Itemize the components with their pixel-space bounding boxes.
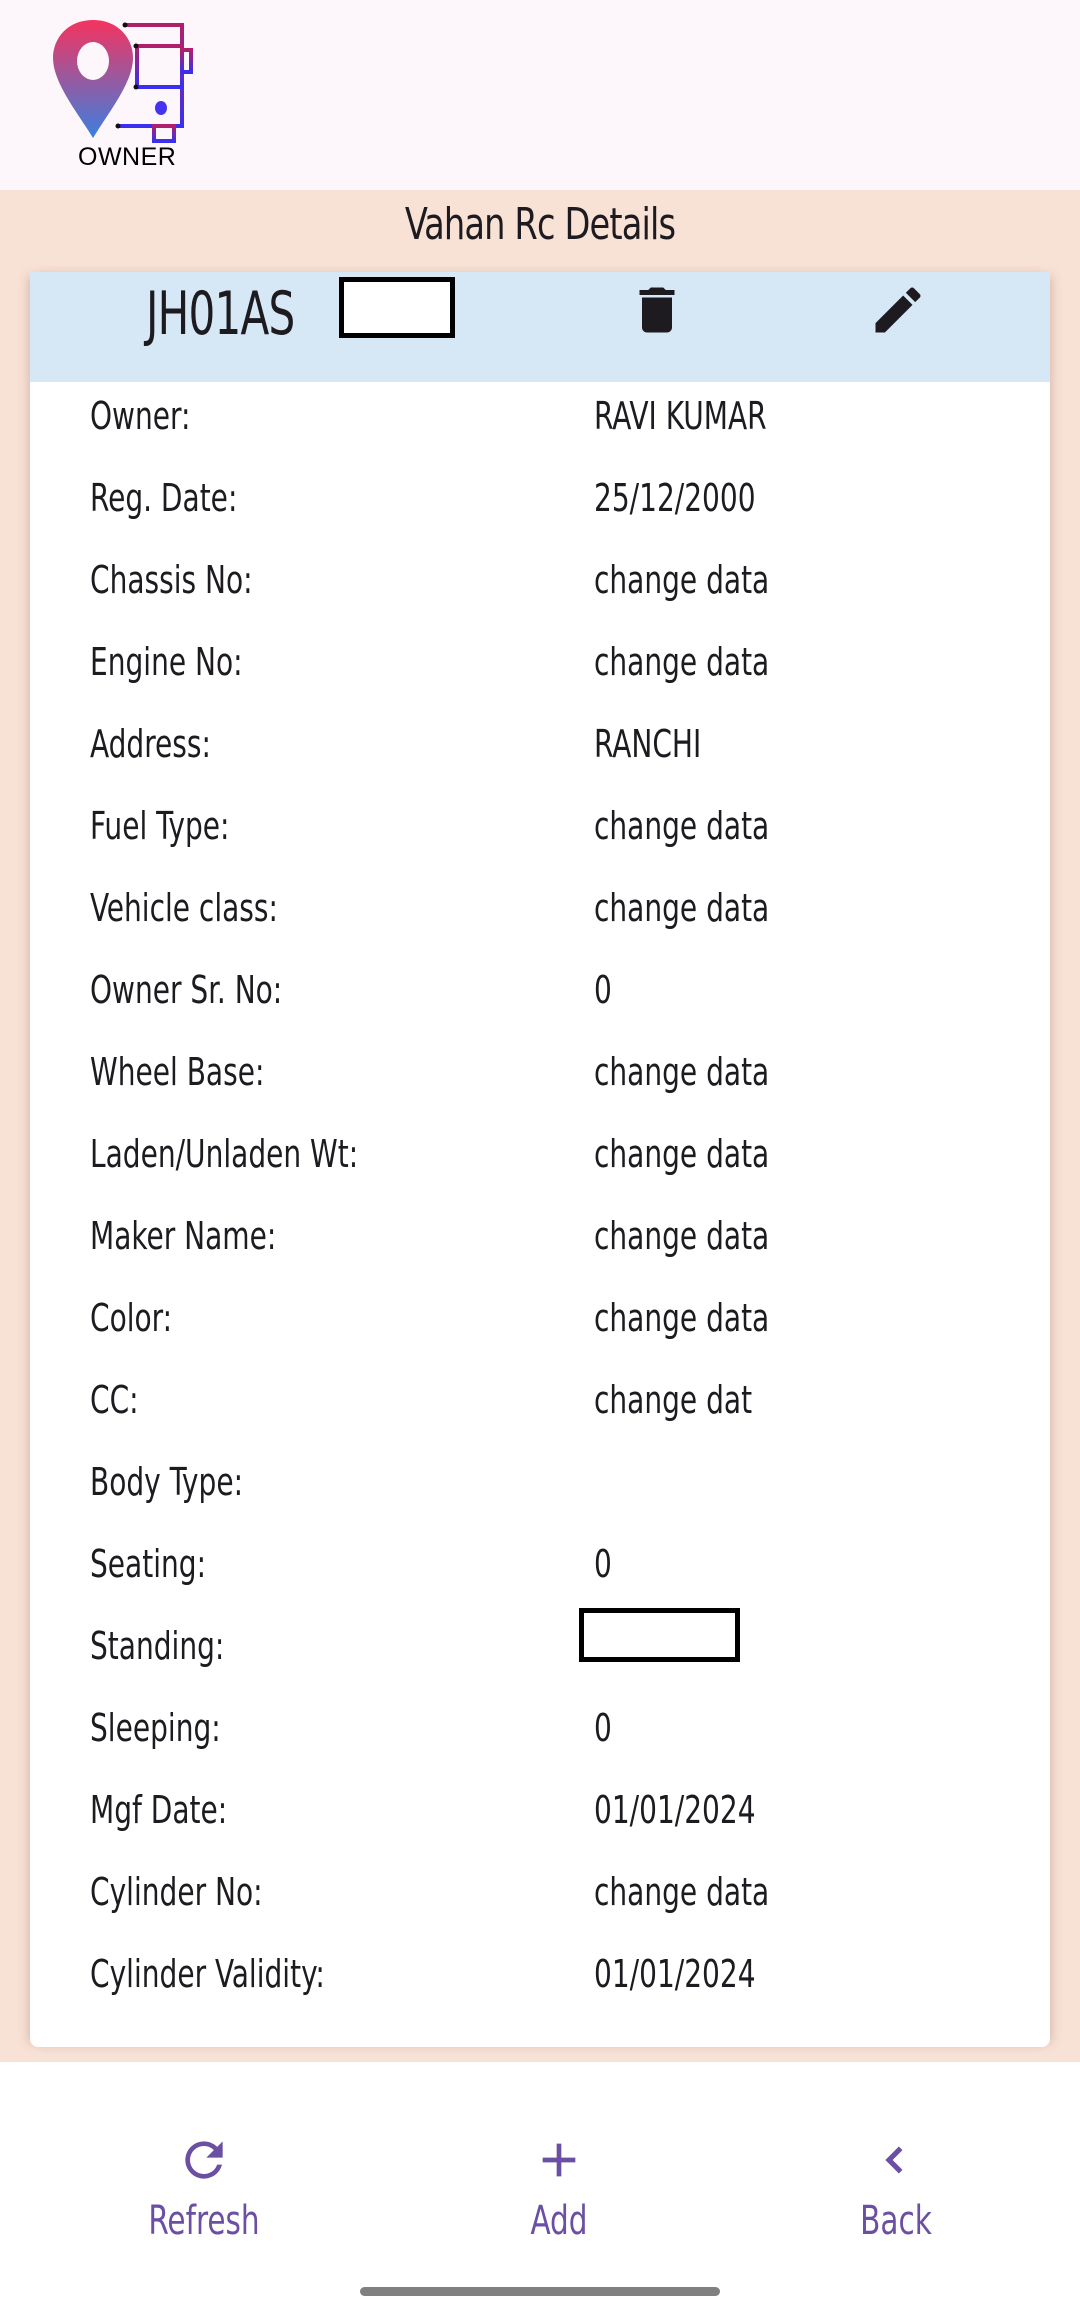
- details-list: Owner: RAVI KUMAR Reg. Date: 25/12/2000 Ch…: [30, 382, 1050, 2022]
- detail-row-body-type: Body Type:: [30, 1448, 1050, 1530]
- detail-value: change data: [594, 804, 770, 848]
- detail-value: 0: [594, 968, 612, 1012]
- detail-row-address: Address: RANCHI: [30, 710, 1050, 792]
- detail-value: change data: [594, 640, 770, 684]
- chevron-left-icon: [885, 2146, 903, 2174]
- refresh-button[interactable]: Refresh: [104, 2132, 304, 2244]
- detail-row-owner-sr-no: Owner Sr. No: 0: [30, 956, 1050, 1038]
- detail-value: 01/01/2024: [594, 1952, 756, 1996]
- detail-value: change data: [594, 1870, 770, 1914]
- detail-label: Laden/Unladen Wt:: [90, 1132, 359, 1176]
- back-button[interactable]: Back: [796, 2132, 996, 2244]
- detail-label: Cylinder Validity:: [90, 1952, 325, 1996]
- detail-label: Body Type:: [90, 1460, 244, 1504]
- detail-label: Vehicle class:: [90, 886, 278, 930]
- detail-value: change data: [594, 1296, 770, 1340]
- delete-button[interactable]: [627, 280, 687, 340]
- detail-value: 0: [594, 1542, 612, 1586]
- back-label: Back: [860, 2198, 932, 2244]
- detail-row-cylinder-validity: Cylinder Validity: 01/01/2024: [30, 1940, 1050, 2022]
- pencil-icon: [875, 287, 921, 333]
- detail-label: Chassis No:: [90, 558, 253, 602]
- detail-label: Engine No:: [90, 640, 243, 684]
- detail-row-vehicle-class: Vehicle class: change data: [30, 874, 1050, 956]
- detail-label: Fuel Type:: [90, 804, 230, 848]
- detail-value-redacted: [579, 1608, 740, 1662]
- detail-label: Reg. Date:: [90, 476, 238, 520]
- plus-icon: [542, 2143, 576, 2177]
- detail-row-engine-no: Engine No: change data: [30, 628, 1050, 710]
- detail-value: change data: [594, 1214, 770, 1258]
- detail-value: 01/01/2024: [594, 1788, 756, 1832]
- detail-value: RAVI KUMAR: [594, 394, 767, 438]
- detail-label: Wheel Base:: [90, 1050, 265, 1094]
- detail-label: Seating:: [90, 1542, 207, 1586]
- detail-row-standing: Standing:: [30, 1608, 1050, 1694]
- detail-label: Cylinder No:: [90, 1870, 263, 1914]
- detail-row-fuel-type: Fuel Type: change data: [30, 792, 1050, 874]
- detail-value: change data: [594, 1132, 770, 1176]
- page-title: Vahan Rc Details: [404, 199, 676, 250]
- detail-label: Owner:: [90, 394, 191, 438]
- detail-row-cylinder-no: Cylinder No: change data: [30, 1858, 1050, 1940]
- rc-details-card: JH01AS Owner: RAVI KUMAR Reg. Date: 25/12/…: [30, 272, 1050, 2047]
- detail-row-owner: Owner: RAVI KUMAR: [30, 382, 1050, 464]
- detail-label: Address:: [90, 722, 211, 766]
- detail-row-wheel-base: Wheel Base: change data: [30, 1038, 1050, 1120]
- add-button[interactable]: Add: [459, 2132, 659, 2244]
- detail-label: Maker Name:: [90, 1214, 277, 1258]
- add-label: Add: [530, 2198, 588, 2244]
- registration-number: JH01AS: [146, 279, 295, 349]
- detail-value: change dat: [594, 1378, 753, 1422]
- detail-value: change data: [594, 1050, 770, 1094]
- bottom-navigation: Refresh Add Back: [0, 2062, 1080, 2303]
- edit-button[interactable]: [868, 280, 928, 340]
- detail-value: RANCHI: [594, 722, 702, 766]
- detail-row-cc: CC: change dat: [30, 1366, 1050, 1448]
- detail-row-color: Color: change data: [30, 1284, 1050, 1366]
- detail-value: change data: [594, 886, 770, 930]
- refresh-label: Refresh: [148, 2198, 260, 2244]
- detail-value: 0: [594, 1706, 612, 1750]
- card-header: JH01AS: [30, 272, 1050, 382]
- detail-label: Owner Sr. No:: [90, 968, 283, 1012]
- detail-row-maker-name: Maker Name: change data: [30, 1202, 1050, 1284]
- detail-row-reg-date: Reg. Date: 25/12/2000: [30, 464, 1050, 546]
- refresh-icon: [185, 2141, 223, 2179]
- registration-number-redacted: [339, 277, 455, 338]
- detail-row-mgf-date: Mgf Date: 01/01/2024: [30, 1776, 1050, 1858]
- app-top-bar: OWNER: [0, 0, 1080, 190]
- detail-row-sleeping: Sleeping: 0: [30, 1694, 1050, 1776]
- detail-row-laden-unladen-wt: Laden/Unladen Wt: change data: [30, 1120, 1050, 1202]
- logo-text: OWNER: [78, 143, 177, 171]
- detail-label: Mgf Date:: [90, 1788, 228, 1832]
- detail-label: Sleeping:: [90, 1706, 221, 1750]
- detail-label: CC:: [90, 1378, 139, 1422]
- detail-value: change data: [594, 558, 770, 602]
- detail-label: Standing:: [90, 1624, 225, 1668]
- detail-label: Color:: [90, 1296, 173, 1340]
- home-indicator[interactable]: [360, 2287, 720, 2296]
- detail-row-seating: Seating: 0: [30, 1530, 1050, 1612]
- trash-icon: [639, 287, 675, 333]
- detail-row-chassis-no: Chassis No: change data: [30, 546, 1050, 628]
- detail-value: 25/12/2000: [594, 476, 756, 520]
